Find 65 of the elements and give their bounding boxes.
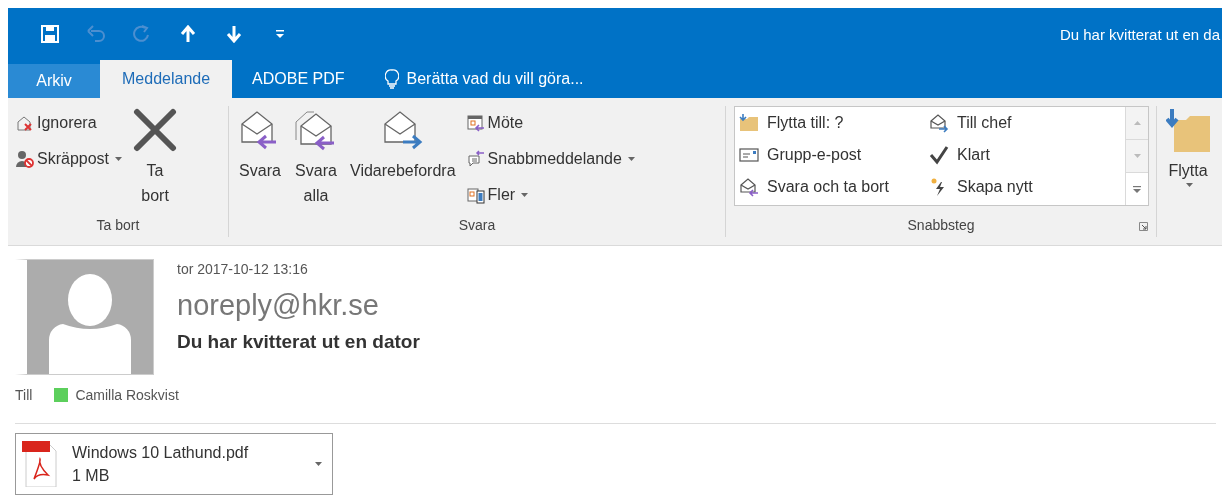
dialog-launcher-button[interactable] bbox=[1139, 222, 1150, 233]
quick-step-item[interactable]: Skapa nytt bbox=[925, 171, 1125, 203]
lightbulb-icon bbox=[384, 69, 399, 89]
ribbon-button[interactable]: Skräppost bbox=[14, 144, 125, 174]
ignore-icon bbox=[16, 114, 34, 132]
calendar-icon bbox=[466, 114, 485, 132]
customize-icon bbox=[276, 30, 284, 38]
chat-bubble-icon bbox=[466, 150, 485, 168]
caret-icon bbox=[521, 193, 529, 197]
down-arrow-button[interactable] bbox=[224, 24, 244, 44]
ribbon-button[interactable]: Vidarebefordra bbox=[347, 106, 459, 213]
group-label: Ta bort bbox=[96, 217, 140, 233]
ribbon-button[interactable]: Svara alla bbox=[291, 106, 341, 213]
envelope-reply-icon bbox=[739, 177, 759, 197]
launcher-icon bbox=[1139, 222, 1148, 231]
caret-icon bbox=[1186, 183, 1193, 187]
file-tab[interactable]: Arkiv bbox=[8, 64, 100, 98]
person-block-icon bbox=[16, 150, 34, 168]
envelope-forward-icon bbox=[929, 113, 949, 133]
message-subject: Du har kvitterat ut en dator bbox=[177, 331, 420, 353]
save-icon bbox=[41, 25, 59, 43]
folder-icon bbox=[739, 113, 759, 133]
ribbon-button[interactable]: Fler bbox=[464, 180, 637, 210]
quick-step-item[interactable]: Till chef bbox=[925, 107, 1125, 139]
email-card-icon bbox=[739, 145, 759, 165]
expand-icon bbox=[1133, 185, 1141, 193]
caret-up-icon bbox=[1133, 121, 1141, 125]
delete-x-icon bbox=[133, 108, 178, 152]
caret-icon bbox=[315, 462, 322, 466]
devices-icon bbox=[466, 186, 485, 204]
up-arrow-button[interactable] bbox=[178, 24, 198, 44]
ribbon-button[interactable]: Ta bort bbox=[130, 106, 181, 213]
ribbon-tab[interactable]: ADOBE PDF bbox=[232, 60, 365, 98]
attachment-size: 1 MB bbox=[72, 466, 111, 486]
folder-icon bbox=[1166, 108, 1210, 152]
ribbon-button[interactable]: Flytta bbox=[1163, 106, 1213, 213]
sender-address: noreply@hkr.se bbox=[177, 289, 380, 322]
undo-icon bbox=[87, 25, 105, 43]
recipient-name[interactable]: Camilla Roskvist bbox=[75, 387, 179, 403]
ribbon-button[interactable]: Snabbmeddelande bbox=[464, 144, 637, 174]
message-date: tor 2017-10-12 13:16 bbox=[177, 261, 309, 277]
redo-icon bbox=[133, 25, 151, 43]
to-label: Till bbox=[15, 387, 33, 403]
ribbon-button[interactable]: Ignorera bbox=[14, 108, 125, 138]
attachment-card[interactable]: Windows 10 Lathund.pdf 1 MB bbox=[15, 433, 333, 495]
group-label: Snabbsteg bbox=[907, 217, 975, 233]
quick-step-item[interactable]: Flytta till: ? bbox=[735, 107, 925, 139]
quick-step-item[interactable]: Svara och ta bort bbox=[735, 171, 925, 203]
up-arrow-icon bbox=[179, 25, 197, 43]
caret-icon bbox=[115, 157, 123, 161]
attachment-name: Windows 10 Lathund.pdf bbox=[72, 443, 250, 463]
save-button[interactable] bbox=[40, 24, 60, 44]
ribbon-button[interactable]: Svara bbox=[235, 106, 285, 213]
ribbon-button[interactable]: Möte bbox=[464, 108, 637, 138]
caret-down-icon bbox=[1133, 154, 1141, 158]
quick-step-item[interactable]: Klart bbox=[925, 139, 1125, 171]
tell-me-field[interactable]: Berätta vad du vill göra... bbox=[364, 60, 604, 98]
window-title: Du har kvitterat ut en da bbox=[1059, 25, 1221, 43]
quick-step-item[interactable]: Grupp-e-post bbox=[735, 139, 925, 171]
checkmark-icon bbox=[929, 145, 949, 165]
ribbon-tab[interactable]: Meddelande bbox=[100, 60, 233, 98]
caret-icon bbox=[627, 157, 635, 161]
pdf-file-icon bbox=[22, 441, 58, 487]
group-label: Svara bbox=[458, 217, 496, 233]
down-arrow-icon bbox=[225, 25, 243, 43]
